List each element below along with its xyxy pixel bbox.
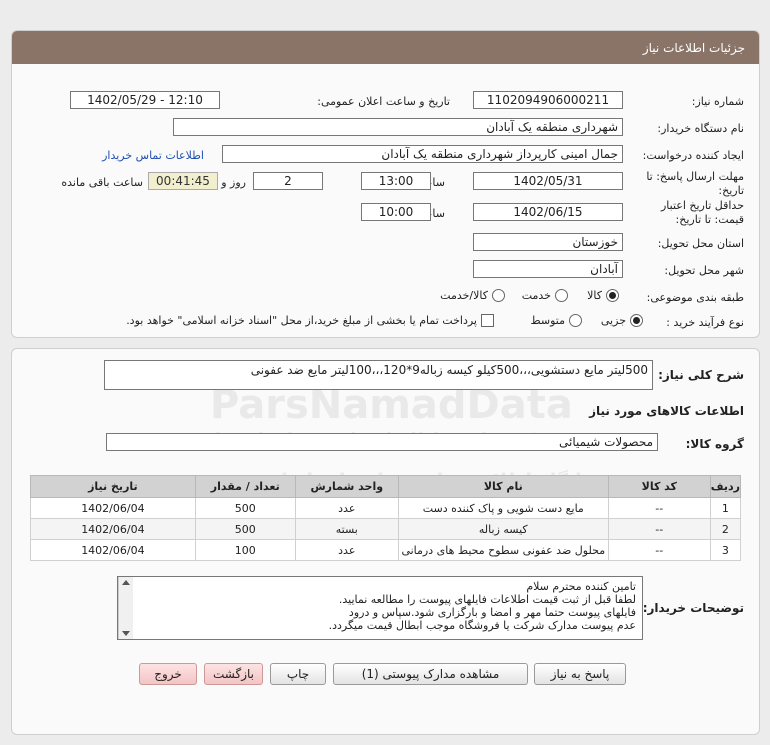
province-field: خوزستان xyxy=(473,233,623,251)
treasury-note: پرداخت تمام یا بخشی از مبلغ خرید،از محل … xyxy=(126,314,477,327)
buyer-notes-label: توضیحات خریدار: xyxy=(642,601,744,615)
view-attachments-button[interactable]: مشاهده مدارک پیوستی (1) xyxy=(333,663,528,685)
process-option-minor-label: جزیی xyxy=(600,314,626,327)
days-label: روز و xyxy=(221,176,246,189)
cell-name: کیسه زباله xyxy=(397,518,609,540)
table-header-row: ردیف کد کالا نام کالا واحد شمارش تعداد /… xyxy=(30,475,742,498)
cell-name: محلول ضد عفونی سطوح محیط های درمانی xyxy=(397,539,609,561)
cell-row: 3 xyxy=(709,539,742,561)
category-option-goods[interactable]: کالا xyxy=(587,289,619,302)
col-qty: تعداد / مقدار xyxy=(194,475,296,498)
announce-label: تاریخ و ساعت اعلان عمومی: xyxy=(317,95,450,108)
buyer-notes-box[interactable]: تامین کننده محترم سلام لطفا قبل از ثبت ق… xyxy=(117,576,643,640)
deadline-time-field: 13:00 xyxy=(361,172,431,190)
deadline-label-line1: مهلت ارسال پاسخ: تا xyxy=(646,170,744,183)
city-field: آبادان xyxy=(473,260,623,278)
need-number-field: 1102094906000211 xyxy=(473,91,623,109)
col-unit: واحد شمارش xyxy=(294,475,399,498)
treasury-payment-option[interactable]: پرداخت تمام یا بخشی از مبلغ خرید،از محل … xyxy=(126,314,494,327)
cell-unit: عدد xyxy=(294,497,399,519)
category-option-service-label: خدمت xyxy=(521,289,551,302)
radio-goods-selected[interactable] xyxy=(606,289,619,302)
cell-date: 1402/06/04 xyxy=(30,539,196,561)
cell-name: مایع دست شویی و پاک کننده دست xyxy=(397,497,609,519)
radio-service[interactable] xyxy=(555,289,568,302)
days-field: 2 xyxy=(253,172,323,190)
remaining-label: ساعت باقی مانده xyxy=(61,176,143,189)
buyer-org-field: شهرداری منطقه یک آبادان xyxy=(173,118,623,136)
page-title-bar: جزئیات اطلاعات نیاز xyxy=(12,31,759,64)
cell-date: 1402/06/04 xyxy=(30,518,196,540)
col-code: کد کالا xyxy=(607,475,711,498)
radio-goods-service[interactable] xyxy=(492,289,505,302)
buyer-org-label: نام دستگاه خریدار: xyxy=(657,122,744,135)
cell-code: -- xyxy=(607,539,711,561)
process-option-minor[interactable]: جزیی xyxy=(601,314,643,327)
process-label: نوع فرآیند خرید : xyxy=(666,316,744,329)
creator-label: ایجاد کننده درخواست: xyxy=(642,149,744,162)
category-label: طبقه بندی موضوعی: xyxy=(646,291,744,304)
goods-group-label: گروه کالا: xyxy=(685,437,744,451)
treasury-checkbox[interactable] xyxy=(481,314,494,327)
cell-date: 1402/06/04 xyxy=(30,497,196,519)
category-option-service[interactable]: خدمت xyxy=(522,289,568,302)
process-option-medium-label: متوسط xyxy=(530,314,565,327)
category-option-goods-service-label: کالا/خدمت xyxy=(440,289,488,302)
notes-scrollbar[interactable] xyxy=(118,577,133,639)
city-label: شهر محل تحویل: xyxy=(664,264,744,277)
items-table-wrap: ردیف کد کالا نام کالا واحد شمارش تعداد /… xyxy=(30,475,742,561)
validity-label-line2: قیمت: تا تاریخ: xyxy=(675,213,744,226)
items-table: ردیف کد کالا نام کالا واحد شمارش تعداد /… xyxy=(30,475,742,561)
notes-line: عدم پیوست مدارک شرکت یا فروشگاه موجب ابط… xyxy=(328,619,636,632)
cell-qty: 500 xyxy=(194,497,296,519)
need-number-label: شماره نیاز: xyxy=(691,95,744,108)
summary-label: شرح کلی نیاز: xyxy=(658,368,744,382)
deadline-label-line2: تاریخ: xyxy=(718,184,744,197)
scroll-up-arrow-icon[interactable] xyxy=(122,580,130,585)
notes-line: فایلهای پیوست حتما مهر و امضا و بارگزاری… xyxy=(348,606,636,619)
creator-field: جمال امینی کارپرداز شهرداری منطقه یک آبا… xyxy=(222,145,623,163)
remaining-time-field: 00:41:45 xyxy=(148,172,218,190)
cell-row: 1 xyxy=(709,497,742,519)
goods-info-title: اطلاعات کالاهای مورد نیاز xyxy=(589,404,744,418)
cell-unit: عدد xyxy=(294,539,399,561)
cell-unit: بسته xyxy=(294,518,399,540)
notes-line: لطفا قبل از ثبت قیمت اطلاعات فایلهای پیو… xyxy=(338,593,636,606)
announce-field: 1402/05/29 - 12:10 xyxy=(70,91,220,109)
cell-code: -- xyxy=(607,497,711,519)
radio-minor-selected[interactable] xyxy=(630,314,643,327)
summary-field: 500لیتر مایع دستشویی،،،500کیلو کیسه زبال… xyxy=(104,360,653,390)
process-option-medium[interactable]: متوسط xyxy=(530,314,582,327)
col-row: ردیف xyxy=(709,475,742,498)
category-option-goods-service[interactable]: کالا/خدمت xyxy=(440,289,505,302)
print-button[interactable]: چاپ xyxy=(270,663,326,685)
validity-date-field: 1402/06/15 xyxy=(473,203,623,221)
table-row[interactable]: 2 -- کیسه زباله بسته 500 1402/06/04 xyxy=(30,518,742,540)
province-label: استان محل تحویل: xyxy=(657,237,744,250)
deadline-date-field: 1402/05/31 xyxy=(473,172,623,190)
exit-button[interactable]: خروج xyxy=(139,663,197,685)
scroll-down-arrow-icon[interactable] xyxy=(122,631,130,636)
validity-time-field: 10:00 xyxy=(361,203,431,221)
buyer-contact-link[interactable]: اطلاعات تماس خریدار xyxy=(102,149,204,162)
cell-qty: 500 xyxy=(194,518,296,540)
table-row[interactable]: 1 -- مایع دست شویی و پاک کننده دست عدد 5… xyxy=(30,497,742,519)
category-option-goods-label: کالا xyxy=(587,289,602,302)
cell-qty: 100 xyxy=(194,539,296,561)
notes-line: تامین کننده محترم سلام xyxy=(526,580,636,593)
goods-group-field: محصولات شیمیائی xyxy=(106,433,658,451)
back-button[interactable]: بازگشت xyxy=(204,663,263,685)
reply-button[interactable]: پاسخ به نیاز xyxy=(534,663,626,685)
validity-label-line1: حداقل تاریخ اعتبار xyxy=(660,199,744,212)
table-row[interactable]: 3 -- محلول ضد عفونی سطوح محیط های درمانی… xyxy=(30,539,742,561)
radio-medium[interactable] xyxy=(569,314,582,327)
page-title: جزئیات اطلاعات نیاز xyxy=(642,40,745,55)
col-name: نام کالا xyxy=(397,475,609,498)
cell-row: 2 xyxy=(709,518,742,540)
col-date: تاریخ نیاز xyxy=(30,475,196,498)
cell-code: -- xyxy=(607,518,711,540)
